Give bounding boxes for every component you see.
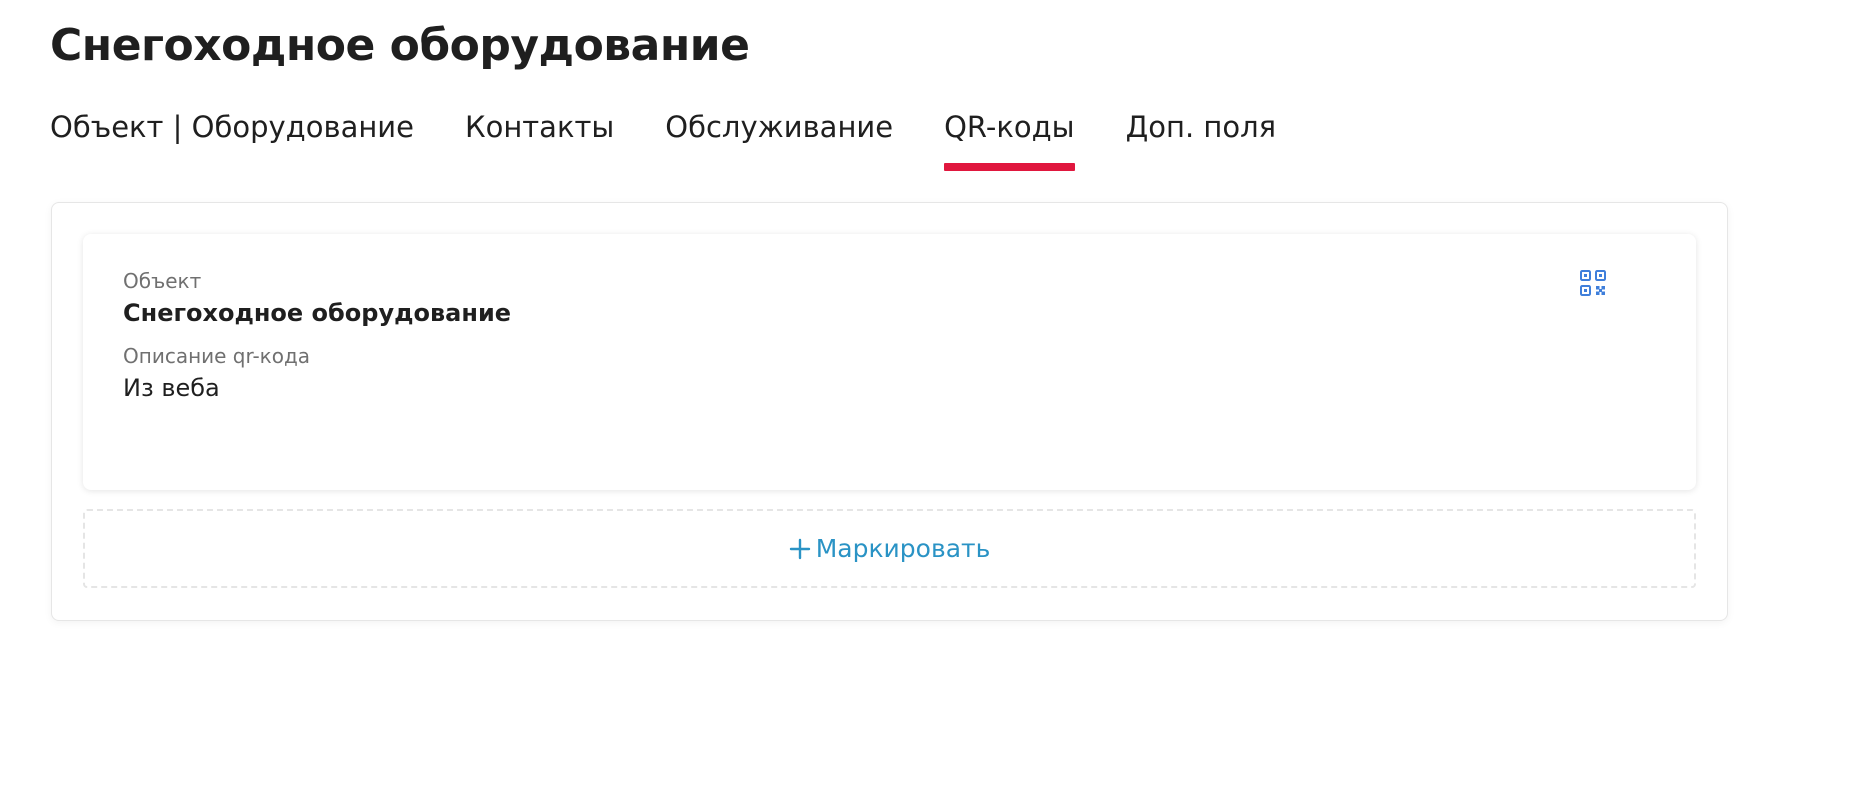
tab-object-equipment[interactable]: Объект | Оборудование [50, 102, 414, 152]
object-value: Снегоходное оборудование [123, 299, 512, 327]
qr-codes-panel: Объект Снегоходное оборудование Описание… [51, 202, 1728, 621]
mark-button-label: Маркировать [815, 533, 991, 563]
page-title: Снегоходное оборудование [50, 20, 750, 71]
qr-code-icon[interactable] [1580, 270, 1606, 296]
page: Снегоходное оборудование Объект | Оборуд… [0, 0, 1852, 800]
tab-maintenance[interactable]: Обслуживание [665, 102, 893, 152]
qr-description-value: Из веба [123, 374, 220, 402]
plus-icon [789, 538, 810, 559]
mark-button[interactable]: Маркировать [83, 509, 1696, 588]
qr-code-card: Объект Снегоходное оборудование Описание… [83, 234, 1696, 490]
mark-button-content: Маркировать [789, 532, 991, 566]
tab-contacts[interactable]: Контакты [465, 102, 614, 152]
tab-extra-fields[interactable]: Доп. поля [1126, 102, 1276, 152]
tab-bar: Объект | Оборудование Контакты Обслужива… [50, 102, 1276, 172]
tab-qr-codes[interactable]: QR-коды [944, 102, 1076, 171]
qr-description-label: Описание qr-кода [123, 344, 311, 368]
object-label: Объект [123, 269, 202, 293]
